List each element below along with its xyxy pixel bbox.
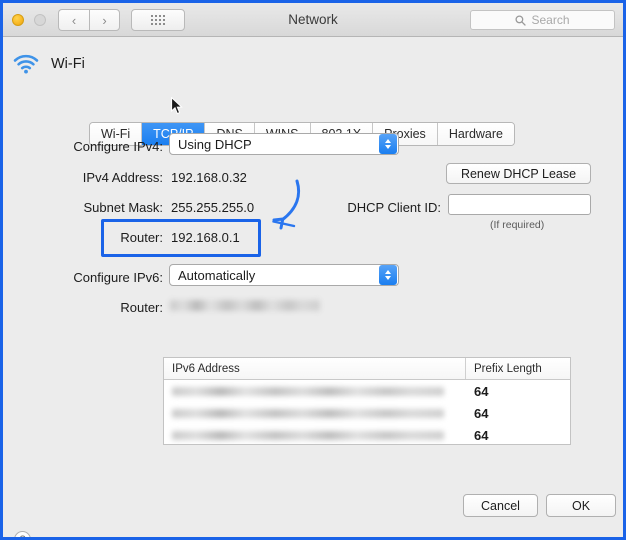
ipv6-address-cell xyxy=(164,408,466,418)
question-mark-icon: ? xyxy=(19,533,26,540)
prefix-length-cell: 64 xyxy=(474,427,489,443)
configure-ipv6-label: Configure IPv6: xyxy=(73,270,163,285)
tcpip-pane: Wi-Fi Wi-Fi TCP/IP DNS WINS 802.1X Proxi… xyxy=(3,37,623,540)
ok-button[interactable]: OK xyxy=(546,494,616,517)
network-preferences-screenshot: ‹ › Network Search Wi-Fi Wi-Fi Proxies H… xyxy=(0,0,626,540)
table-row[interactable]: 64 xyxy=(164,402,570,424)
renew-dhcp-lease-button[interactable]: Renew DHCP Lease xyxy=(446,163,591,184)
chevron-updown-icon xyxy=(379,134,397,154)
configure-ipv4-select[interactable]: Using DHCP xyxy=(169,133,399,155)
search-input[interactable]: Search xyxy=(470,10,615,30)
ipv6-address-table[interactable]: IPv6 Address Prefix Length 64 64 64 xyxy=(163,357,571,445)
ipv6-address-cell xyxy=(164,430,466,440)
service-header: Wi-Fi xyxy=(13,54,85,74)
ipv4-address-label: IPv4 Address: xyxy=(82,170,163,185)
column-header-ipv6-address: IPv6 Address xyxy=(164,358,466,379)
chevron-updown-icon xyxy=(379,265,397,285)
search-icon xyxy=(515,14,527,26)
window-titlebar: ‹ › Network Search xyxy=(3,3,623,37)
wifi-icon xyxy=(13,54,39,74)
configure-ipv4-value: Using DHCP xyxy=(178,136,252,152)
configure-ipv6-value: Automatically xyxy=(178,267,256,283)
help-button[interactable]: ? xyxy=(14,531,31,540)
column-header-prefix-length: Prefix Length xyxy=(474,362,542,375)
dhcp-client-id-label: DHCP Client ID: xyxy=(347,200,441,215)
ipv4-router-label: Router: xyxy=(120,230,163,245)
ipv6-address-cell xyxy=(164,386,466,396)
configure-ipv4-label: Configure IPv4: xyxy=(73,139,163,154)
subnet-mask-value: 255.255.255.0 xyxy=(171,200,255,215)
x-mark-icon xyxy=(46,535,70,540)
ipv6-router-label: Router: xyxy=(120,300,163,315)
ipv6-router-value-redacted xyxy=(170,300,320,311)
cancel-button[interactable]: Cancel xyxy=(463,494,538,517)
tab-hardware[interactable]: Hardware xyxy=(437,123,514,145)
search-placeholder: Search xyxy=(531,13,570,27)
service-name: Wi-Fi xyxy=(51,56,85,72)
table-row[interactable]: 64 xyxy=(164,424,570,444)
ipv4-router-value: 192.168.0.1 xyxy=(171,230,240,245)
dhcp-client-id-hint: (If required) xyxy=(490,219,545,231)
ipv4-address-value: 192.168.0.32 xyxy=(171,170,247,185)
dhcp-client-id-input[interactable] xyxy=(448,194,591,215)
table-header-row: IPv6 Address Prefix Length xyxy=(164,358,570,380)
configure-ipv6-select[interactable]: Automatically xyxy=(169,264,399,286)
prefix-length-cell: 64 xyxy=(474,405,489,421)
fixcrunch-watermark: Fi crunch xyxy=(38,535,106,540)
subnet-mask-label: Subnet Mask: xyxy=(83,200,164,215)
prefix-length-cell: 64 xyxy=(474,383,489,399)
table-row[interactable]: 64 xyxy=(164,380,570,402)
